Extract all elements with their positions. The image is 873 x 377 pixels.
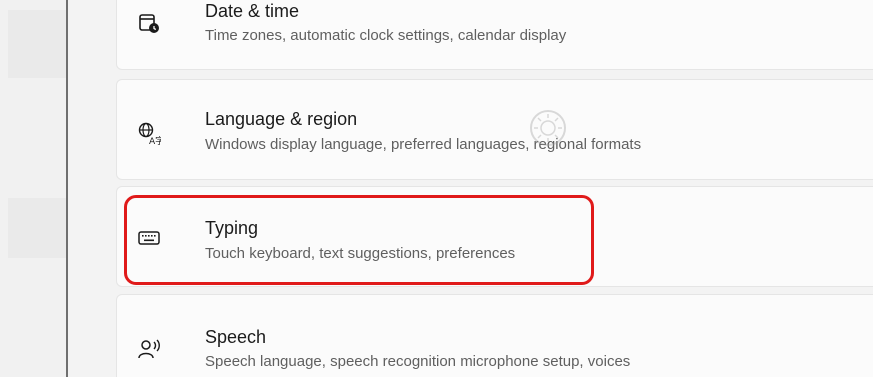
setting-title: Date & time — [205, 1, 300, 21]
setting-typing[interactable]: Typing Touch keyboard, text suggestions,… — [116, 186, 873, 287]
svg-text:A字: A字 — [149, 135, 161, 145]
setting-title: Language & region — [205, 109, 358, 129]
setting-description: Windows display language, preferred lang… — [205, 136, 642, 153]
setting-description: Time zones, automatic clock settings, ca… — [205, 27, 567, 44]
navigation-pane — [0, 0, 66, 377]
nav-item[interactable] — [8, 10, 66, 78]
language-icon: A字 — [137, 121, 164, 147]
setting-date-time[interactable]: Date & time Time zones, automatic clock … — [116, 0, 873, 70]
nav-item[interactable] — [8, 198, 66, 258]
settings-list: Date & time Time zones, automatic clock … — [68, 0, 873, 377]
setting-title: Typing — [205, 218, 259, 238]
clock-calendar-icon — [137, 11, 161, 35]
settings-page: Date & time Time zones, automatic clock … — [0, 0, 873, 377]
speech-icon — [137, 337, 161, 361]
setting-speech[interactable]: Speech Speech language, speech recogniti… — [116, 294, 873, 377]
setting-description: Speech language, speech recognition micr… — [205, 353, 631, 370]
setting-description: Touch keyboard, text suggestions, prefer… — [205, 245, 516, 262]
setting-language-region[interactable]: A字 Language & region Windows display lan… — [116, 79, 873, 180]
keyboard-icon — [137, 226, 161, 250]
setting-title: Speech — [205, 327, 267, 347]
